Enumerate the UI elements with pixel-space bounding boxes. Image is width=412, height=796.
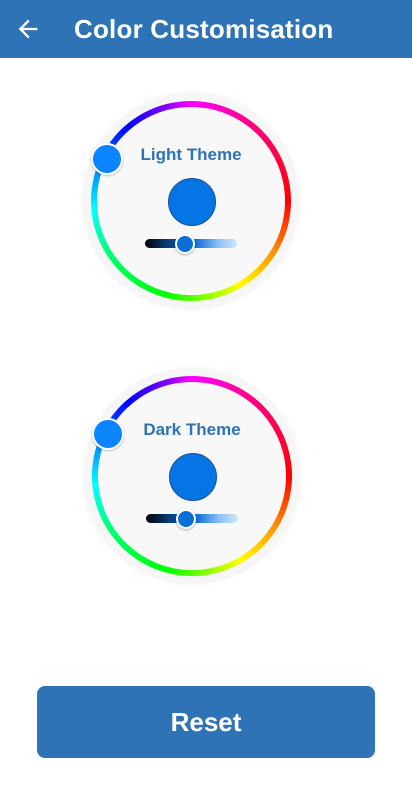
back-button[interactable] <box>0 0 56 58</box>
page-title: Color Customisation <box>74 13 334 44</box>
dark-theme-color-picker: Dark Theme <box>82 366 302 586</box>
light-theme-color-preview <box>168 178 216 226</box>
light-theme-brightness-handle[interactable] <box>175 233 196 254</box>
app-bar: Color Customisation <box>0 0 412 58</box>
dark-theme-brightness-slider[interactable] <box>146 508 238 529</box>
arrow-left-icon <box>18 19 38 39</box>
dark-theme-color-preview <box>169 453 217 501</box>
dark-theme-brightness-handle[interactable] <box>176 508 197 529</box>
dark-theme-hue-handle[interactable] <box>92 418 124 450</box>
light-theme-hue-handle[interactable] <box>91 143 123 175</box>
light-theme-color-picker: Light Theme <box>81 91 301 311</box>
reset-button[interactable]: Reset <box>37 686 375 758</box>
light-theme-brightness-slider[interactable] <box>145 233 237 254</box>
